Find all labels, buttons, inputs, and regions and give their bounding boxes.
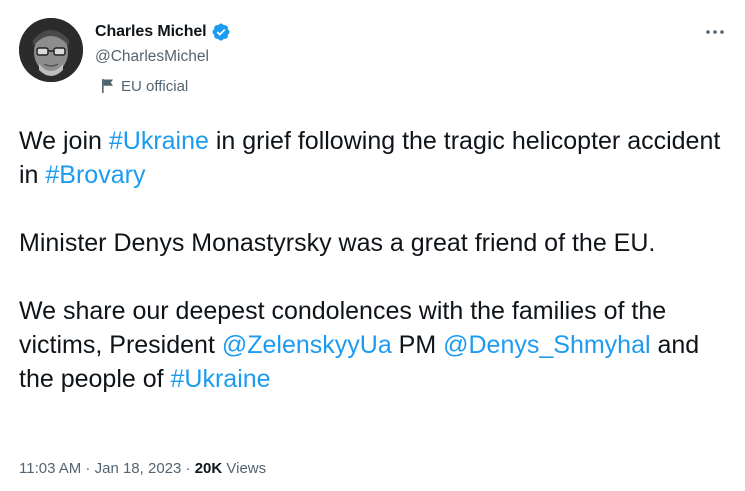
avatar[interactable] bbox=[19, 18, 83, 82]
avatar-image bbox=[19, 18, 83, 82]
tweet-paragraph-1: We join #Ukraine in grief following the … bbox=[19, 124, 729, 192]
name-row: Charles Michel bbox=[95, 20, 231, 44]
separator: · bbox=[81, 460, 95, 477]
affiliation-label: EU official bbox=[95, 76, 231, 96]
tweet: Charles Michel @CharlesMichel EU officia… bbox=[0, 0, 745, 491]
author-block: Charles Michel @CharlesMichel EU officia… bbox=[95, 20, 231, 96]
hashtag-link[interactable]: #Ukraine bbox=[171, 365, 271, 393]
mention-link[interactable]: @Denys_Shmyhal bbox=[443, 331, 650, 359]
text-segment: PM bbox=[391, 331, 444, 359]
separator: · bbox=[181, 460, 195, 477]
views-count: 20K bbox=[194, 460, 223, 477]
views-label: Views bbox=[222, 460, 267, 477]
tweet-text: We join #Ukraine in grief following the … bbox=[19, 124, 729, 396]
flag-icon bbox=[101, 78, 115, 94]
text-segment: We join bbox=[19, 127, 109, 155]
author-handle[interactable]: @CharlesMichel bbox=[95, 47, 231, 67]
verified-badge-icon bbox=[211, 22, 231, 42]
timestamp-date[interactable]: Jan 18, 2023 bbox=[95, 460, 182, 477]
more-options-icon[interactable] bbox=[703, 24, 727, 40]
tweet-meta: 11:03 AM · Jan 18, 2023 · 20K Views bbox=[19, 460, 266, 477]
affiliation-label-text: EU official bbox=[121, 77, 189, 95]
timestamp-time[interactable]: 11:03 AM bbox=[19, 460, 81, 477]
mention-link[interactable]: @ZelenskyyUa bbox=[222, 331, 392, 359]
tweet-paragraph-3: We share our deepest condolences with th… bbox=[19, 294, 729, 396]
author-name[interactable]: Charles Michel bbox=[95, 23, 207, 41]
hashtag-link[interactable]: #Ukraine bbox=[109, 127, 209, 155]
hashtag-link[interactable]: #Brovary bbox=[45, 161, 145, 189]
tweet-paragraph-2: Minister Denys Monastyrsky was a great f… bbox=[19, 229, 656, 257]
